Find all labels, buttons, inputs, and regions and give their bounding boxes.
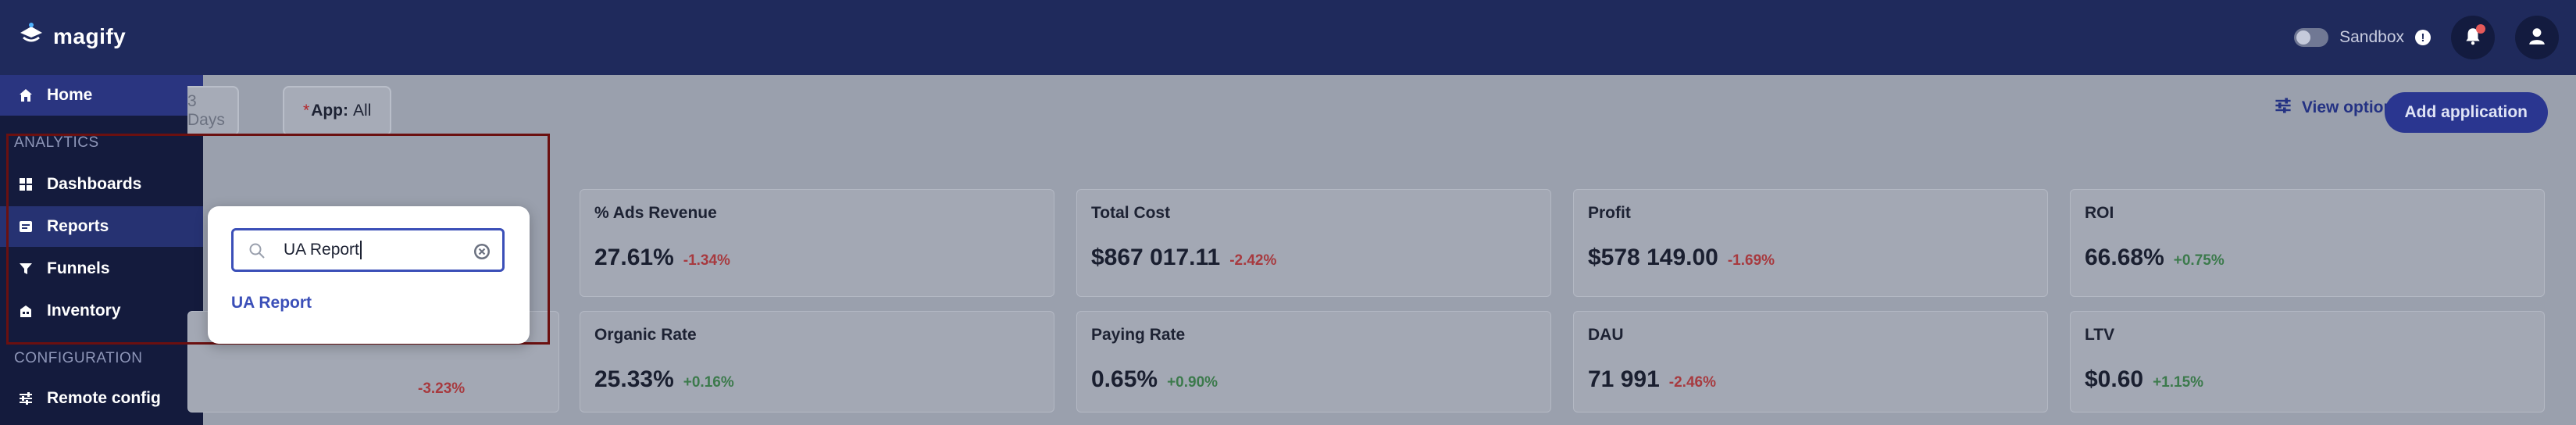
metric-delta: +0.90% (1167, 374, 1218, 391)
metric-card[interactable]: DAU 71 991 -2.46% (1573, 311, 2048, 412)
metric-delta: -1.34% (683, 252, 730, 269)
sidebar-item-label: Remote config (47, 389, 161, 407)
sidebar-item-home[interactable]: Home (0, 75, 203, 116)
metric-value: $867 017.11 (1091, 245, 1221, 270)
metric-title: Paying Rate (1091, 326, 1186, 344)
metric-title: Organic Rate (594, 326, 697, 344)
search-query: UA Report (284, 241, 359, 259)
date-filter-chip[interactable]: 3 Days (187, 86, 239, 136)
search-query-text: UA Report (284, 241, 362, 260)
metric-card[interactable]: ROI 66.68% +0.75% (2070, 189, 2545, 297)
sidebar-section-configuration: CONFIGURATION (14, 350, 143, 366)
metric-value-row: 66.68% +0.75% (2085, 245, 2225, 271)
metric-value-row: $0.60 +1.15% (2085, 366, 2203, 393)
clear-icon[interactable] (473, 242, 491, 265)
add-application-button[interactable]: Add application (2384, 92, 2548, 133)
brand-name: magify (53, 23, 127, 48)
notifications-button[interactable] (2451, 16, 2495, 59)
sandbox-toggle-group: Sandbox ! (2294, 28, 2431, 47)
info-icon[interactable]: ! (2415, 30, 2431, 45)
metric-card[interactable]: Organic Rate 25.33% +0.16% (580, 311, 1054, 412)
metric-card[interactable]: Paying Rate 0.65% +0.90% (1076, 311, 1551, 412)
sidebar-item-label: Home (47, 86, 93, 104)
brand-logo[interactable]: magify (17, 20, 126, 52)
metric-value-row: 27.61% -1.34% (594, 245, 730, 271)
user-icon (2527, 26, 2547, 50)
metric-value: $0.60 (2085, 366, 2144, 392)
metric-card[interactable]: Profit $578 149.00 -1.69% (1573, 189, 2048, 297)
metric-delta: +0.16% (683, 374, 734, 391)
metric-value: 71 991 (1588, 366, 1660, 392)
main-content: 3 Days * App: All View options Add appli… (187, 75, 2576, 425)
metric-title: LTV (2085, 326, 2115, 344)
search-result-item[interactable]: UA Report (231, 294, 312, 312)
reports-search-popup: UA Report UA Report (208, 206, 530, 344)
metric-title: DAU (1588, 326, 1624, 344)
app-filter-label: App: (311, 102, 349, 120)
metric-delta: -2.42% (1229, 252, 1277, 269)
search-icon (248, 241, 266, 264)
metric-value-row: 71 991 -2.46% (1588, 366, 1716, 393)
metric-value: $578 149.00 (1588, 245, 1718, 270)
sandbox-label: Sandbox (2339, 28, 2404, 46)
metric-value-row: -3.23% (418, 373, 465, 399)
sliders-icon (17, 390, 34, 407)
metric-card[interactable]: % Ads Revenue 27.61% -1.34% (580, 189, 1054, 297)
metric-card[interactable]: LTV $0.60 +1.15% (2070, 311, 2545, 412)
top-bar: magify Sandbox ! (0, 0, 2576, 75)
notification-badge (2476, 24, 2485, 34)
home-icon (17, 87, 34, 104)
metric-delta: -3.23% (418, 380, 466, 397)
metric-title: % Ads Revenue (594, 204, 717, 222)
metric-value-row: 0.65% +0.90% (1091, 366, 1218, 393)
metric-delta: +1.15% (2153, 374, 2204, 391)
metric-value: 25.33% (594, 366, 674, 392)
magify-logo-icon (17, 20, 45, 52)
app-filter-value: All (353, 102, 372, 120)
date-filter-label: 3 Days (187, 92, 225, 129)
metric-value-row: $867 017.11 -2.42% (1091, 245, 1276, 271)
metric-value: 0.65% (1091, 366, 1158, 392)
metric-title: Total Cost (1091, 204, 1171, 222)
sliders-icon (2274, 96, 2292, 120)
metric-card[interactable]: Total Cost $867 017.11 -2.42% (1076, 189, 1551, 297)
profile-button[interactable] (2515, 16, 2559, 59)
metric-value-row: 25.33% +0.16% (594, 366, 734, 393)
metric-value: 27.61% (594, 245, 674, 270)
metric-value: 66.68% (2085, 245, 2164, 270)
sandbox-toggle[interactable] (2294, 28, 2329, 47)
metric-delta: -2.46% (1668, 374, 1716, 391)
metric-value-row: $578 149.00 -1.69% (1588, 245, 1775, 271)
view-options-button[interactable]: View options (2274, 96, 2403, 120)
metric-delta: +0.75% (2173, 252, 2225, 269)
sidebar-item-remote-config[interactable]: Remote config (0, 378, 203, 419)
app-filter-chip[interactable]: * App: All (283, 86, 392, 136)
metric-delta: -1.69% (1727, 252, 1775, 269)
required-mark: * (303, 102, 310, 120)
metric-title: ROI (2085, 204, 2114, 222)
report-search-input[interactable]: UA Report (231, 228, 505, 272)
text-caret (359, 241, 362, 260)
metric-title: Profit (1588, 204, 1631, 222)
